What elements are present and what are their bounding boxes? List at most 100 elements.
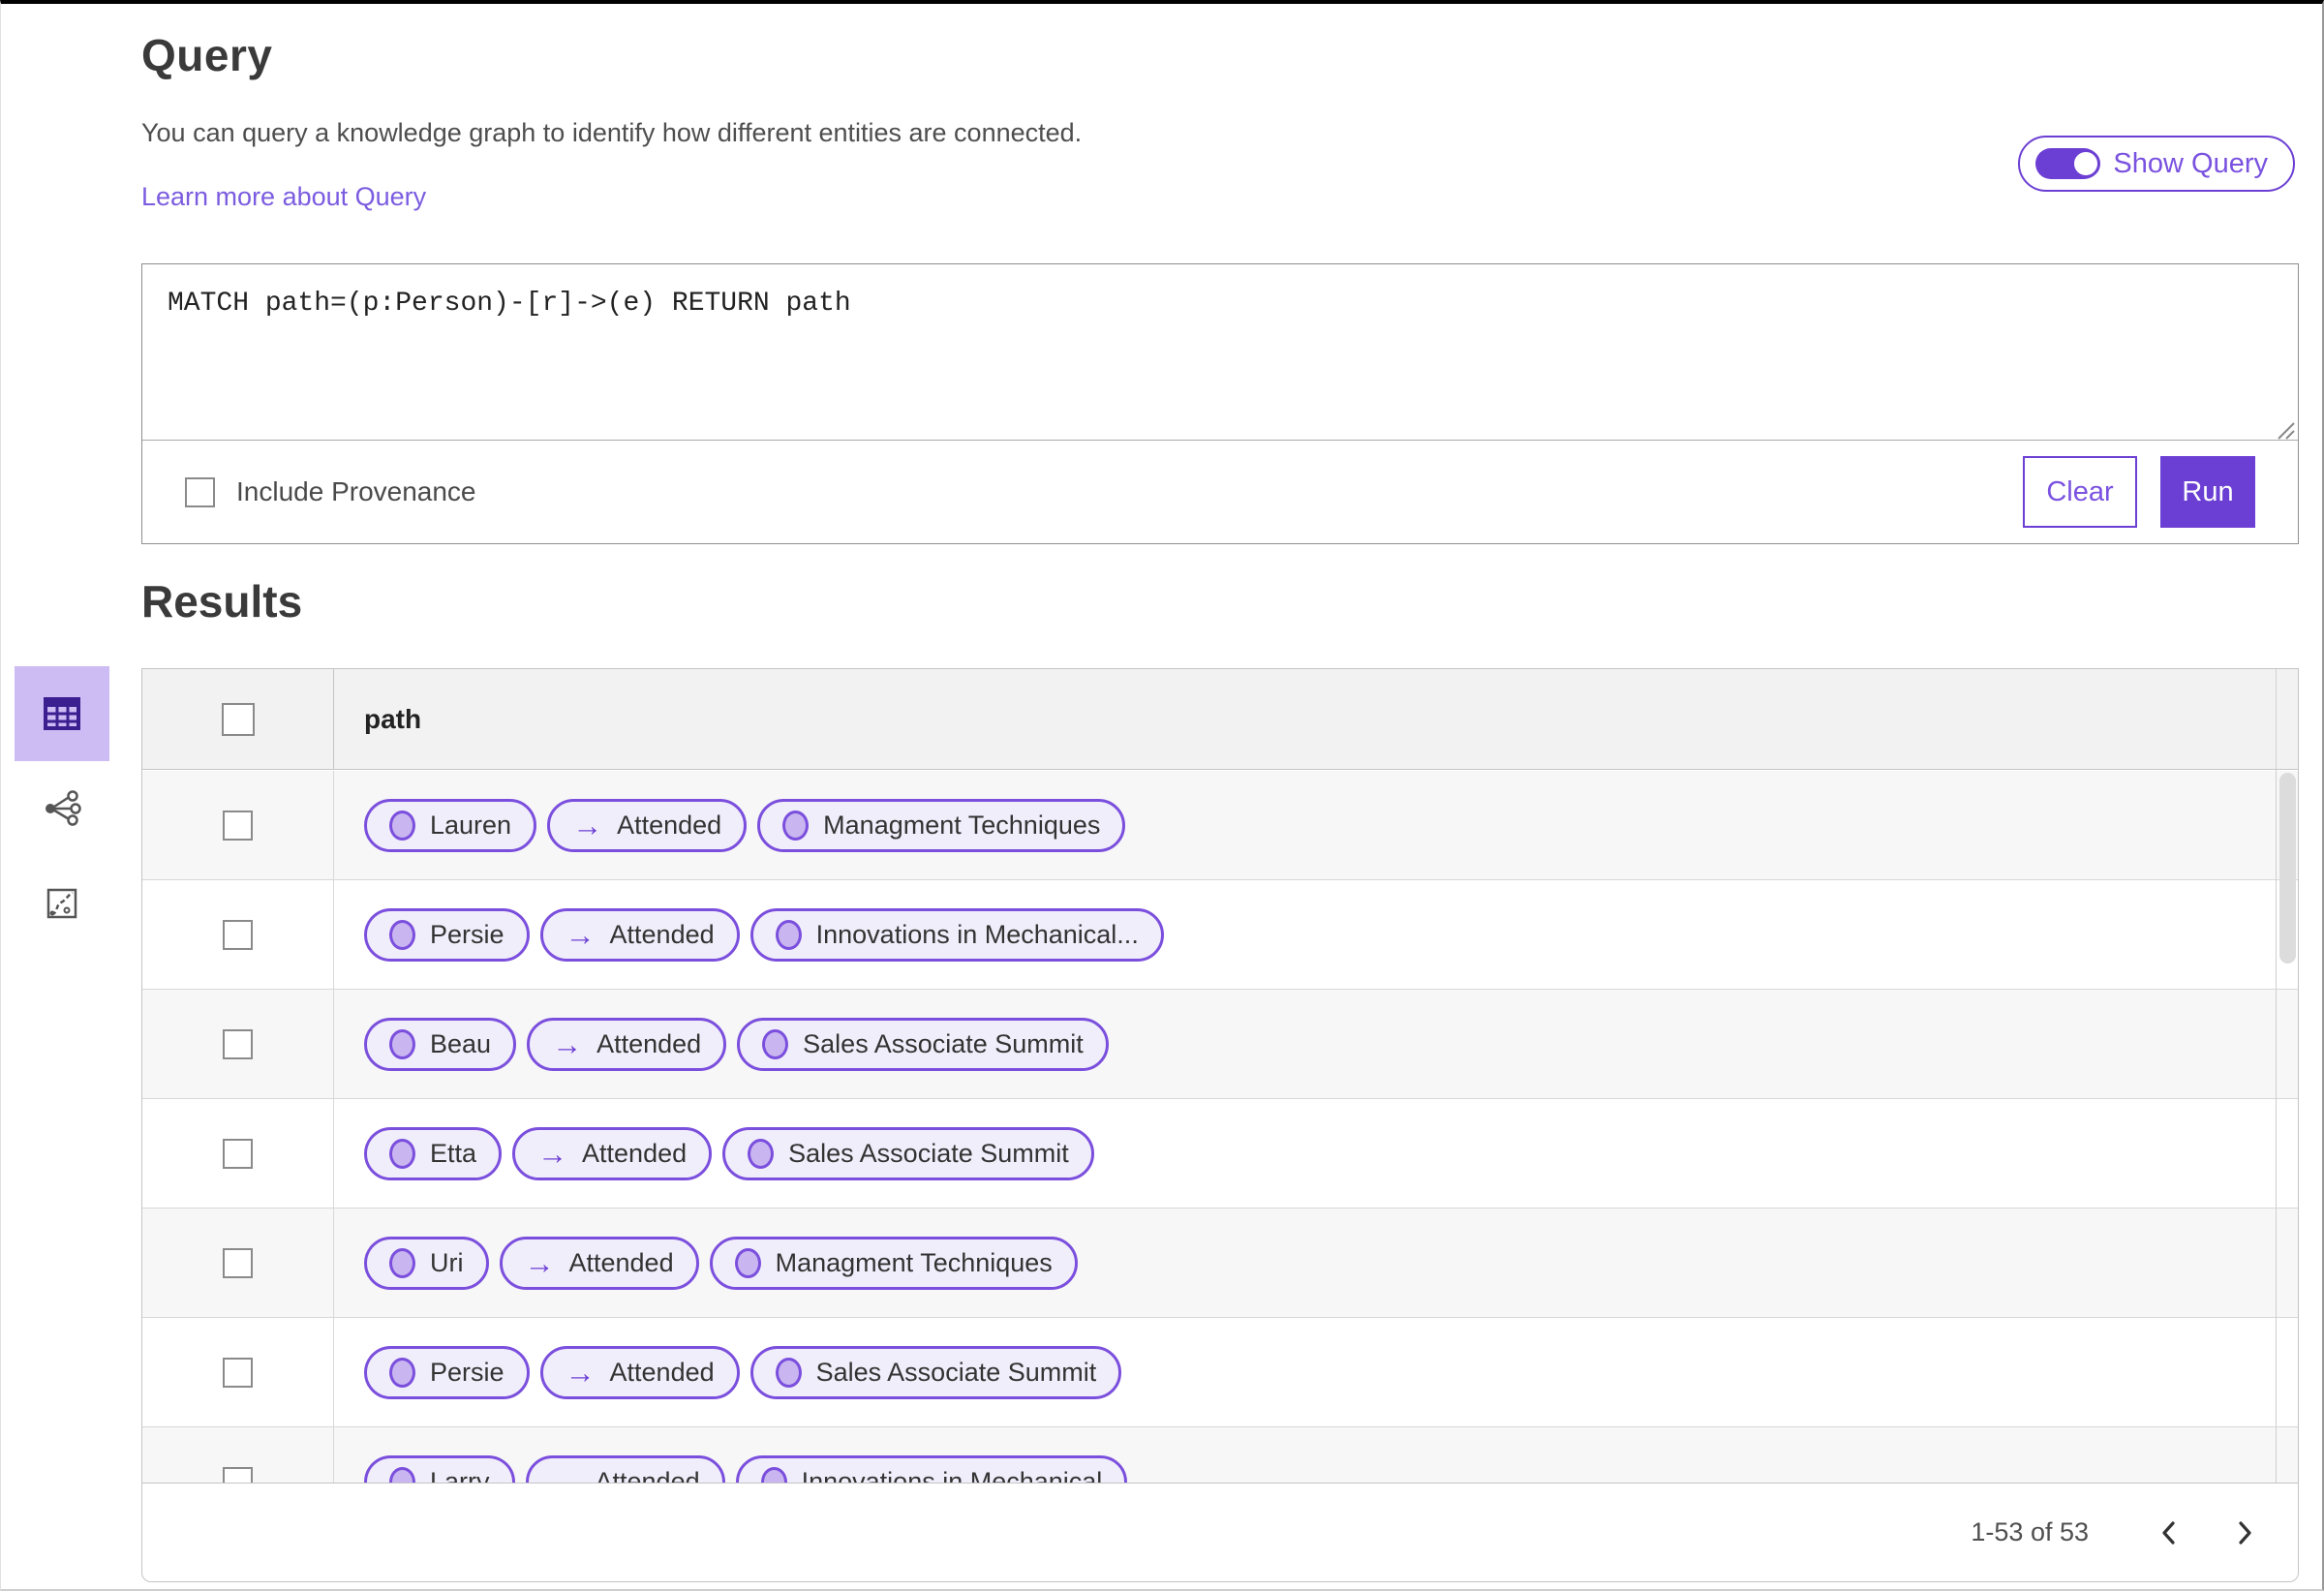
row-checkbox-cell [142, 1427, 334, 1484]
table-row: Beau → Attended Sales Associate Summit [142, 990, 2298, 1099]
row-checkbox[interactable] [223, 810, 253, 841]
row-checkbox-cell [142, 990, 334, 1098]
graph-view-icon [46, 790, 81, 826]
entity-pill-source[interactable]: Uri [364, 1236, 489, 1290]
query-input[interactable]: MATCH path=(p:Person)-[r]->(e) RETURN pa… [142, 264, 2298, 440]
include-provenance-checkbox[interactable] [185, 476, 215, 507]
show-query-toggle[interactable]: Show Query [2018, 136, 2295, 192]
entity-pill-target[interactable]: Sales Associate Summit [722, 1126, 1094, 1180]
row-checkbox[interactable] [223, 1357, 253, 1388]
entity-node-icon [389, 1357, 415, 1388]
entity-node-icon [775, 919, 802, 950]
arrow-right-icon: → [565, 1355, 596, 1390]
entity-pill-target[interactable]: Managment Techniques [709, 1236, 1078, 1290]
table-body: Lauren → Attended Managment Techniques P… [142, 771, 2298, 1484]
chevron-right-icon [2239, 1520, 2251, 1545]
pagination-range-label: 1-53 of 53 [1971, 1517, 2089, 1546]
arrow-right-icon: → [524, 1245, 555, 1280]
arrow-right-icon: → [565, 917, 596, 952]
path-cell: Larry → Attended Innovations in Mechanic… [334, 1427, 2298, 1484]
entity-pill-source[interactable]: Larry [364, 1454, 515, 1484]
select-all-checkbox[interactable] [221, 702, 255, 736]
run-button[interactable]: Run [2160, 456, 2255, 528]
row-checkbox-cell [142, 1209, 334, 1317]
row-checkbox-cell [142, 771, 334, 879]
row-checkbox[interactable] [223, 1466, 253, 1484]
row-checkbox[interactable] [223, 1028, 253, 1059]
relation-pill[interactable]: → Attended [539, 907, 740, 962]
row-checkbox-cell [142, 1318, 334, 1426]
entity-pill-source[interactable]: Persie [364, 907, 530, 962]
relation-pill[interactable]: → Attended [512, 1126, 713, 1180]
entity-pill-target[interactable]: Innovations in Mechanical [735, 1454, 1128, 1484]
arrow-right-icon: → [552, 1026, 583, 1061]
table-row: Etta → Attended Sales Associate Summit [142, 1099, 2298, 1209]
entity-node-icon [389, 1028, 415, 1059]
relation-pill[interactable]: → Attended [547, 798, 748, 852]
path-cell: Etta → Attended Sales Associate Summit [334, 1099, 2298, 1208]
entity-node-icon [389, 1247, 415, 1278]
resize-handle-icon[interactable] [2271, 415, 2296, 441]
relation-pill[interactable]: → Attended [525, 1454, 725, 1484]
path-cell: Uri → Attended Managment Techniques [334, 1209, 2298, 1317]
table-view-icon [44, 697, 80, 730]
entity-pill-target[interactable]: Sales Associate Summit [749, 1345, 1122, 1399]
entity-pill-source[interactable]: Beau [364, 1017, 517, 1071]
path-cell: Persie → Attended Innovations in Mechani… [334, 880, 2298, 989]
results-title: Results [141, 576, 303, 627]
previous-page-button[interactable] [2145, 1509, 2193, 1557]
entity-node-icon [389, 1138, 415, 1169]
entity-node-icon [389, 919, 415, 950]
learn-more-link[interactable]: Learn more about Query [141, 182, 426, 212]
entity-node-icon [748, 1138, 775, 1169]
row-checkbox-cell [142, 880, 334, 989]
entity-pill-source[interactable]: Etta [364, 1126, 503, 1180]
relation-pill[interactable]: → Attended [539, 1345, 740, 1399]
chart-view-icon [46, 888, 77, 919]
entity-pill-source[interactable]: Lauren [364, 798, 537, 852]
table-row: Larry → Attended Innovations in Mechanic… [142, 1427, 2298, 1484]
show-query-label: Show Query [2113, 147, 2268, 179]
toggle-knob [2071, 149, 2101, 178]
table-row: Persie → Attended Innovations in Mechani… [142, 880, 2298, 990]
results-table-panel: path Lauren → Attended Managment Techniq… [141, 668, 2299, 1582]
path-cell: Beau → Attended Sales Associate Summit [334, 990, 2298, 1098]
graph-view-button[interactable] [15, 761, 109, 856]
entity-node-icon [389, 810, 415, 841]
toggle-switch-icon[interactable] [2035, 148, 2101, 179]
table-row: Uri → Attended Managment Techniques [142, 1209, 2298, 1318]
query-editor-panel: MATCH path=(p:Person)-[r]->(e) RETURN pa… [141, 263, 2299, 544]
query-page: Query You can query a knowledge graph to… [0, 0, 2324, 1591]
page-title: Query [141, 30, 273, 80]
header-checkbox-cell [142, 669, 334, 769]
relation-pill[interactable]: → Attended [527, 1017, 727, 1071]
clear-button[interactable]: Clear [2023, 456, 2137, 528]
next-page-button[interactable] [2220, 1509, 2269, 1557]
table-header-row: path [142, 669, 2298, 770]
entity-node-icon [775, 1357, 802, 1388]
entity-pill-source[interactable]: Persie [364, 1345, 530, 1399]
row-checkbox-cell [142, 1099, 334, 1208]
table-view-button[interactable] [15, 666, 109, 761]
scrollbar-track-divider [2276, 669, 2277, 1484]
row-checkbox[interactable] [223, 919, 253, 950]
entity-node-icon [760, 1466, 787, 1484]
row-checkbox[interactable] [223, 1138, 253, 1169]
row-checkbox[interactable] [223, 1247, 253, 1278]
relation-pill[interactable]: → Attended [499, 1236, 699, 1290]
arrow-right-icon: → [572, 808, 603, 842]
arrow-right-icon: → [537, 1136, 568, 1171]
include-provenance-label: Include Provenance [236, 476, 476, 506]
chevron-left-icon [2162, 1520, 2175, 1545]
column-header-path: path [364, 703, 422, 734]
entity-pill-target[interactable]: Innovations in Mechanical... [749, 907, 1164, 962]
scrollbar-thumb[interactable] [2279, 773, 2296, 964]
arrow-right-icon: → [550, 1464, 581, 1484]
entity-pill-target[interactable]: Managment Techniques [757, 798, 1126, 852]
query-editor-footer: Include Provenance Clear Run [142, 440, 2298, 543]
table-row: Persie → Attended Sales Associate Summit [142, 1318, 2298, 1427]
entity-node-icon [762, 1028, 789, 1059]
entity-pill-target[interactable]: Sales Associate Summit [737, 1017, 1109, 1071]
chart-view-button[interactable] [15, 856, 109, 951]
path-cell: Persie → Attended Sales Associate Summit [334, 1318, 2298, 1426]
